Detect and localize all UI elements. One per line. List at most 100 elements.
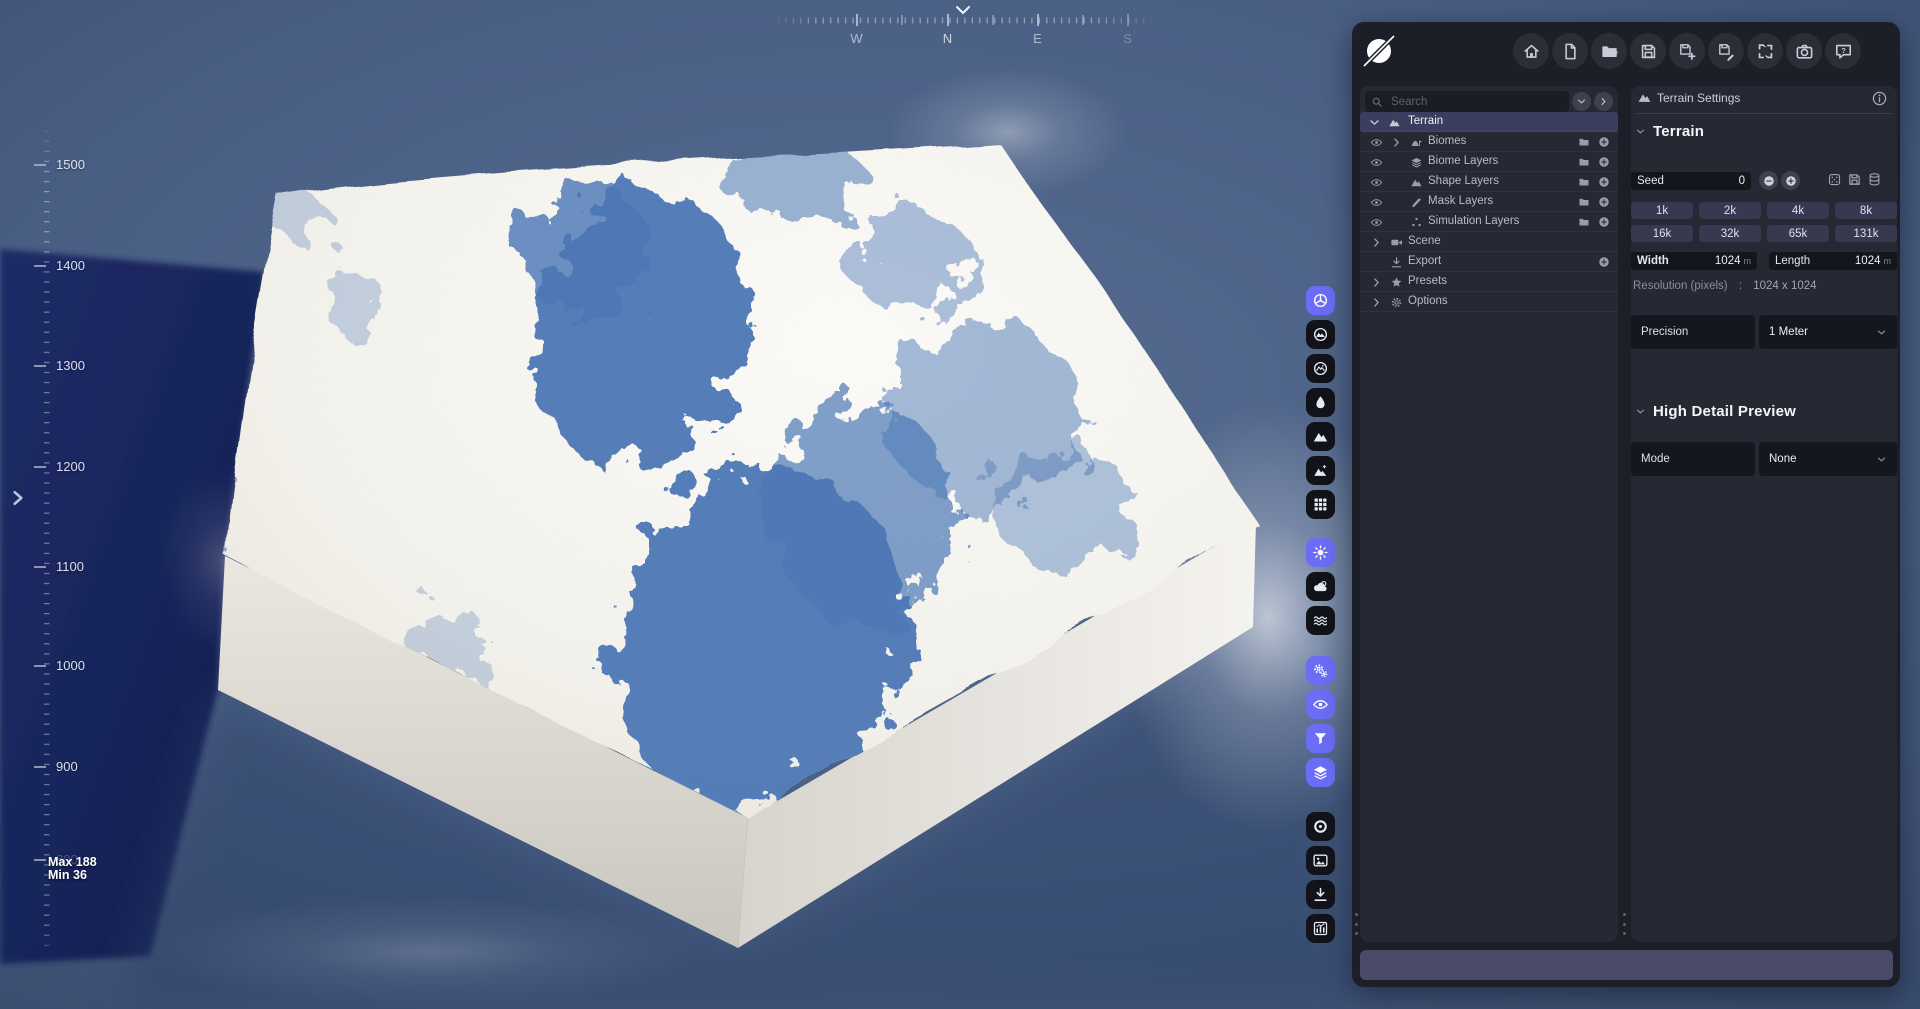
home-button[interactable] [1513,33,1549,69]
chevron-down-icon [1876,454,1887,465]
export-view-button[interactable] [1306,880,1335,909]
tree-item-mask-layers[interactable]: Mask Layers [1360,192,1618,212]
save-button[interactable] [1630,33,1666,69]
resolution-131k-button[interactable]: 131k [1835,225,1897,242]
terrain-detail-button[interactable] [1306,456,1335,485]
eye-icon[interactable] [1368,194,1384,210]
add-plus-icon[interactable] [1596,254,1612,270]
save-as-button[interactable] [1669,33,1705,69]
tree-item-shape-layers[interactable]: Shape Layers [1360,172,1618,192]
tree-item-options[interactable]: Options [1360,292,1618,312]
splitter-resize-grip[interactable] [1621,913,1627,935]
add-plus-icon[interactable] [1596,194,1612,210]
tree-item-scene[interactable]: Scene [1360,232,1618,252]
clouds-button[interactable] [1306,572,1335,601]
chevron-right-icon[interactable] [1368,234,1384,250]
tree-item-simulation-layers[interactable]: Simulation Layers [1360,212,1618,232]
filter-button[interactable] [1306,724,1335,753]
visibility-button[interactable] [1306,690,1335,719]
tree-item-biomes[interactable]: Biomes [1360,132,1618,152]
folder-icon[interactable] [1576,214,1592,230]
save-version-button[interactable] [1708,33,1744,69]
database-icon [1867,172,1882,187]
globe-terrain-filled-button[interactable] [1306,320,1335,349]
terrain-section-header[interactable]: Terrain [1635,122,1704,140]
search-input[interactable] [1389,95,1563,109]
tree-item-export[interactable]: Export [1360,252,1618,272]
width-field[interactable]: Width 1024 m [1631,252,1757,270]
screenshot-button[interactable] [1786,33,1822,69]
folder-icon[interactable] [1576,154,1592,170]
orbit-view-button[interactable] [1306,286,1335,315]
add-plus-icon[interactable] [1596,214,1612,230]
tree-item-terrain[interactable]: Terrain [1360,112,1618,132]
info-button[interactable] [1869,88,1889,108]
grid-view-button[interactable] [1306,490,1335,519]
help-bubble-icon [1834,42,1853,61]
eye-icon [1312,696,1329,713]
cloud-icon [1312,578,1329,595]
randomize-seed-button[interactable] [1827,172,1843,188]
eye-icon[interactable] [1368,134,1384,150]
save-preset-button[interactable] [1847,172,1863,188]
gears-icon [1312,662,1329,679]
tree-item-biome-layers[interactable]: Biome Layers [1360,152,1618,172]
seed-history-button[interactable] [1867,172,1883,188]
rebuild-button[interactable] [1747,33,1783,69]
save-plus-icon [1678,42,1697,61]
tree-item-label: Scene [1408,235,1441,247]
chevron-down-icon[interactable] [1366,114,1382,130]
resolution-1k-button[interactable]: 1k [1631,202,1693,219]
mode-dropdown[interactable]: None [1759,442,1897,476]
open-project-button[interactable] [1591,33,1627,69]
resolution-16k-button[interactable]: 16k [1631,225,1693,242]
resolution-4k-button[interactable]: 4k [1767,202,1829,219]
folder-icon[interactable] [1576,134,1592,150]
length-field[interactable]: Length 1024 m [1769,252,1897,270]
folder-icon[interactable] [1576,174,1592,190]
eye-icon[interactable] [1368,154,1384,170]
snapshot-image-button[interactable] [1306,846,1335,875]
chevron-right-icon[interactable] [1388,134,1404,150]
resolution-2k-button[interactable]: 2k [1699,202,1761,219]
precision-dropdown[interactable]: 1 Meter [1759,315,1897,349]
statistics-button[interactable] [1306,914,1335,943]
panel-resize-grip[interactable] [1353,913,1359,935]
search-box[interactable] [1365,91,1569,112]
collapse-all-button[interactable] [1572,92,1591,111]
resolution-65k-button[interactable]: 65k [1767,225,1829,242]
sun-light-button[interactable] [1306,538,1335,567]
add-plus-icon[interactable] [1596,174,1612,190]
elevation-label: 1500 [56,157,85,172]
waves-icon [1312,612,1329,629]
chevron-right-icon[interactable] [1368,294,1384,310]
record-button[interactable] [1306,812,1335,841]
panel-expander-chevron[interactable] [8,486,28,510]
globe-terrain-wire-button[interactable] [1306,354,1335,383]
seed-decrement-button[interactable] [1759,171,1778,190]
seed-increment-button[interactable] [1781,171,1800,190]
expand-all-button[interactable] [1594,92,1613,111]
add-plus-icon[interactable] [1596,134,1612,150]
terrain-min-stat: Min 36 [48,869,87,881]
tree-item-presets[interactable]: Presets [1360,272,1618,292]
machines-button[interactable] [1306,656,1335,685]
hdp-section-header[interactable]: High Detail Preview [1635,402,1796,420]
new-file-button[interactable] [1552,33,1588,69]
water-view-button[interactable] [1306,388,1335,417]
eye-icon[interactable] [1368,174,1384,190]
elevation-label: 1200 [56,459,85,474]
help-feedback-button[interactable] [1825,33,1861,69]
resolution-separator: : [1739,280,1742,292]
eye-icon[interactable] [1368,214,1384,230]
folder-icon[interactable] [1576,194,1592,210]
mountain-view-button[interactable] [1306,422,1335,451]
water-level-button[interactable] [1306,606,1335,635]
plus-circle-icon [1785,175,1797,187]
resolution-8k-button[interactable]: 8k [1835,202,1897,219]
resolution-32k-button[interactable]: 32k [1699,225,1761,242]
layers-button[interactable] [1306,758,1335,787]
seed-field[interactable]: Seed 0 [1631,172,1751,190]
chevron-right-icon[interactable] [1368,274,1384,290]
add-plus-icon[interactable] [1596,154,1612,170]
